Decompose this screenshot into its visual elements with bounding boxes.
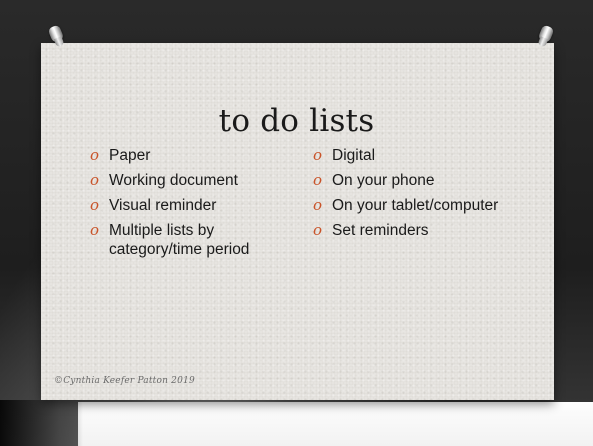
bullet-icon: o	[313, 171, 323, 189]
slide-stage: to do lists o Paper o Working document o…	[0, 0, 593, 446]
pushpin-icon	[47, 24, 65, 44]
list-item-text: On your phone	[332, 172, 435, 189]
bullet-icon: o	[313, 196, 323, 214]
list-heading-digital: Digital	[332, 147, 376, 164]
list-item-text: Set reminders	[332, 222, 429, 239]
list-item: o Set reminders	[309, 221, 509, 240]
bottom-shadow	[0, 400, 593, 446]
list-item-text: Working document	[109, 172, 238, 189]
list-item: o On your tablet/computer	[309, 196, 509, 215]
list-item-text: On your tablet/computer	[332, 197, 499, 214]
list-item-text: Visual reminder	[109, 197, 217, 214]
list-item: o Visual reminder	[86, 196, 296, 215]
list-item-text: Multiple lists by category/time period	[109, 222, 250, 258]
list-heading-paper: Paper	[109, 147, 151, 164]
bullet-icon: o	[90, 221, 100, 239]
bullet-icon: o	[90, 146, 100, 164]
bullet-icon: o	[313, 221, 323, 239]
list-item: o Multiple lists by category/time period	[86, 221, 296, 259]
bullet-icon: o	[90, 196, 100, 214]
list-item: o Paper	[86, 146, 296, 165]
bullet-icon: o	[313, 146, 323, 164]
slide-title: to do lists	[218, 103, 375, 139]
list-item: o On your phone	[309, 171, 509, 190]
right-bullet-list: o Digital o On your phone o On your tabl…	[309, 146, 509, 246]
left-bullet-list: o Paper o Working document o Visual remi…	[86, 146, 296, 265]
copyright-signature: ©Cynthia Keefer Patton 2019	[54, 376, 195, 386]
list-item: o Digital	[309, 146, 509, 165]
pushpin-icon	[537, 24, 555, 44]
bullet-icon: o	[90, 171, 100, 189]
list-item: o Working document	[86, 171, 296, 190]
